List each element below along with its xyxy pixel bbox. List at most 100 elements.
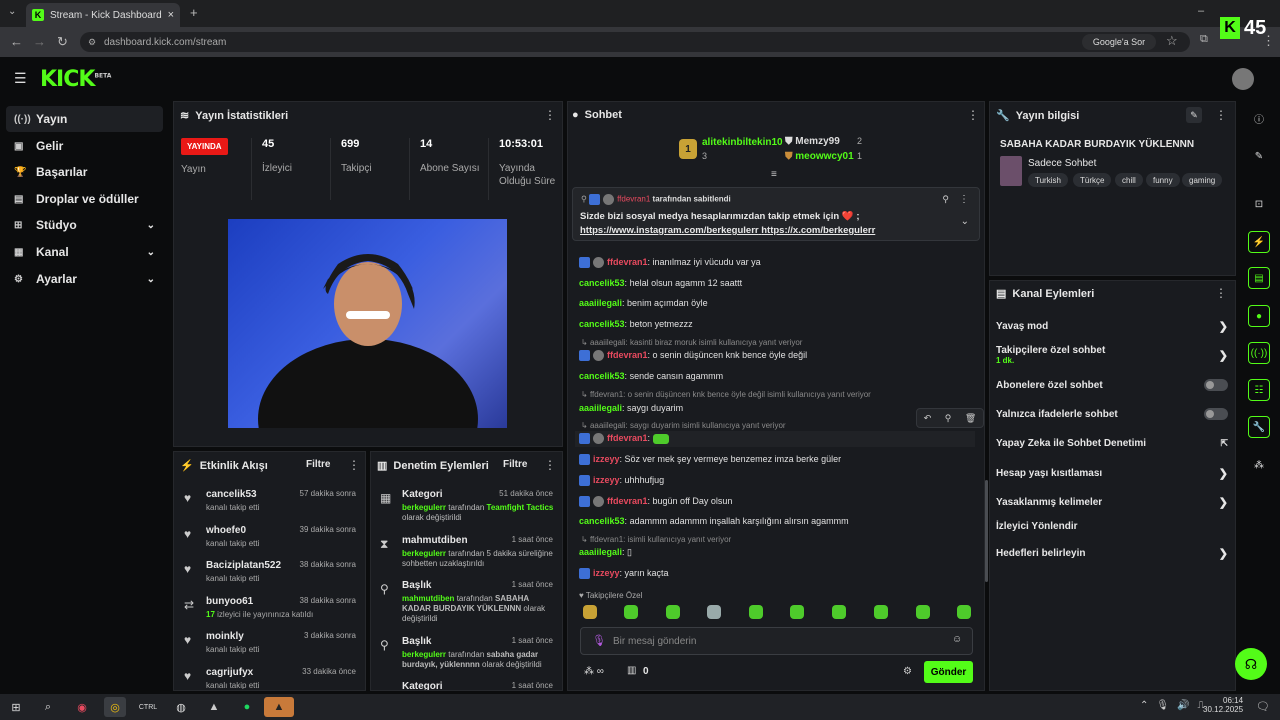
chat-username[interactable]: cancelik53	[579, 319, 625, 329]
moderation-log-icon[interactable]: ▤	[1248, 267, 1270, 289]
emote-icon[interactable]	[916, 605, 930, 619]
action-emotes-only[interactable]: Yalnızca ifadelerle sohbet	[996, 408, 1228, 420]
pinned-menu-icon[interactable]: ⋮	[959, 194, 969, 205]
system-tray[interactable]: ⌃ 🎙 🔊 ⎍	[1140, 700, 1205, 711]
emote-icon[interactable]	[874, 605, 888, 619]
tag-chip[interactable]: gaming	[1182, 173, 1223, 187]
terminal-icon[interactable]: CTRL	[137, 697, 159, 717]
emotes-only-toggle[interactable]	[1204, 408, 1228, 420]
action-slow-mode[interactable]: Yavaş mod ❯	[996, 320, 1228, 333]
emote-icon[interactable]	[790, 605, 804, 619]
category-thumbnail[interactable]	[1000, 156, 1022, 186]
action-banned-words[interactable]: Yasaklanmış kelimeler ❯	[996, 496, 1228, 509]
chat-message[interactable]: cancelik53: helal olsun agamm 12 saattt	[579, 278, 742, 288]
forward-icon[interactable]: →	[33, 34, 46, 49]
chat-message-input[interactable]: Bir mesaj gönderin	[580, 627, 973, 655]
tab-search-icon[interactable]: ⌄	[8, 6, 16, 17]
sidebar-item-gelir[interactable]: ▣ Gelir	[6, 133, 163, 159]
lightning-icon[interactable]: ⚡	[1248, 231, 1270, 253]
emote-icon[interactable]	[707, 605, 721, 619]
channel-actions-menu-icon[interactable]: ⋮	[1215, 286, 1227, 300]
chat-message[interactable]: izzeyy: yarın kaçta	[579, 568, 669, 580]
kick-logo[interactable]: KICKBETA	[40, 67, 111, 92]
activity-item[interactable]: ♥ Baciziplatan522 kanalı takip etti 38 daki…	[180, 560, 360, 594]
sidebar-item-yayin[interactable]: ((·)) Yayın	[6, 106, 163, 132]
chat-message[interactable]: izzeyy: Söz ver mek şey vermeye benzemez…	[579, 454, 841, 466]
taskbar-clock[interactable]: 06:14 30.12.2025	[1203, 696, 1243, 714]
chevron-down-icon[interactable]: ⌄	[961, 216, 969, 227]
app-icon[interactable]: ◍	[170, 697, 192, 717]
wrench-icon[interactable]: 🔧	[1248, 416, 1270, 438]
layout-icon[interactable]: ☷	[1248, 379, 1270, 401]
tab-close-icon[interactable]: ×	[168, 9, 174, 21]
moderation-filter-button[interactable]: Filtre	[503, 459, 527, 470]
action-goals[interactable]: Hedefleri belirleyin ❯	[996, 547, 1228, 560]
chat-username[interactable]: izzeyy	[593, 568, 620, 578]
google-ask-button[interactable]: Google'a Sor	[1082, 34, 1156, 50]
chat-username[interactable]: izzeyy	[593, 454, 620, 464]
hamburger-menu-icon[interactable]: ☰	[14, 70, 27, 87]
windows-start-icon[interactable]: ⊞	[5, 697, 27, 717]
pin-icon[interactable]: ⚲	[945, 413, 952, 424]
tag-chip[interactable]: Türkçe	[1073, 173, 1112, 187]
activity-item[interactable]: ⇄ bunyoo61 17 izleyici ile yayınınıza katı…	[180, 596, 360, 630]
emote-icon[interactable]	[624, 605, 638, 619]
spotify-icon[interactable]: ●	[236, 697, 258, 717]
moderation-menu-icon[interactable]: ⋮	[544, 458, 556, 472]
sidebar-item-basarilar[interactable]: 🏆 Başarılar	[6, 159, 163, 185]
chat-message[interactable]: ffdevran1: o senin düşüncen knk bence öy…	[579, 350, 807, 362]
app-icon[interactable]: ▲	[203, 697, 225, 717]
moderation-item[interactable]: ▦ Kategori berkegulerr tarafından Teamfigh…	[377, 489, 557, 523]
tag-chip[interactable]: funny	[1146, 173, 1180, 187]
chat-settings-gear-icon[interactable]: ⚙	[903, 666, 912, 677]
chat-username[interactable]: aaaiilegali	[579, 403, 622, 413]
chat-username[interactable]: ffdevran1	[607, 496, 648, 506]
moderation-item[interactable]: ⧗ mahmutdiben berkegulerr tarafından 5 dak…	[377, 535, 557, 569]
chat-username[interactable]: ffdevran1	[607, 257, 648, 267]
moderation-item[interactable]: Kategori 1 saat önce	[377, 681, 557, 690]
chat-menu-icon[interactable]: ⋮	[967, 108, 979, 122]
chat-scrollbar[interactable]	[985, 480, 988, 582]
pinned-link-instagram[interactable]: https://www.instagram.com/berkegulerr	[580, 225, 759, 236]
back-icon[interactable]: ←	[10, 34, 23, 49]
infinity-points-icon[interactable]: ⁂ ∞	[584, 666, 604, 677]
activity-menu-icon[interactable]: ⋮	[348, 458, 360, 472]
broadcast-icon[interactable]: ((·))	[1248, 342, 1270, 364]
emote-icon[interactable]	[583, 605, 597, 619]
reload-icon[interactable]: ↻	[57, 34, 68, 50]
activity-item[interactable]: ♥ moinkly kanalı takip etti 3 dakika sonra	[180, 631, 360, 665]
sidebar-item-studyo[interactable]: ⊞ Stüdyo ⌄	[6, 212, 163, 238]
action-host[interactable]: İzleyici Yönlendir	[996, 521, 1228, 532]
edit-pencil-icon[interactable]: ✎	[1186, 107, 1202, 123]
sidebar-item-kanal[interactable]: ▦ Kanal ⌄	[6, 239, 163, 265]
bookmark-star-icon[interactable]: ☆	[1166, 33, 1178, 49]
action-ai-moderation[interactable]: Yapay Zeka ile Sohbet Denetimi ⇱	[996, 438, 1228, 449]
leader-three[interactable]: ⛊ meowwcy01	[785, 151, 854, 162]
chat-message[interactable]: aaaiilegali: saygı duyarim	[579, 403, 683, 413]
moderation-item[interactable]: ⚲ Başlık berkegulerr tarafından sabaha gad…	[377, 636, 557, 670]
app-icon[interactable]: ◉	[71, 697, 93, 717]
emote-icon[interactable]	[749, 605, 763, 619]
new-tab-icon[interactable]: +	[190, 5, 198, 20]
chat-username[interactable]: aaaiilegali	[579, 547, 622, 557]
chat-username[interactable]: aaaiilegali	[579, 298, 622, 308]
notification-icon[interactable]: 🗨	[1256, 700, 1270, 713]
chat-message[interactable]: ffdevran1:	[579, 433, 669, 445]
chat-message[interactable]: izzeyy: uhhhufjug	[579, 475, 664, 487]
screenshot-icon[interactable]: ⊡	[1248, 193, 1270, 215]
site-info-icon[interactable]: ⚙	[88, 37, 96, 48]
moderation-item[interactable]: ⚲ Başlık mahmutdiben tarafından SABAHA KAD…	[377, 580, 557, 624]
activity-item[interactable]: ♥ cancelik53 kanalı takip etti 57 dakika so…	[180, 489, 360, 523]
chat-username[interactable]: izzeyy	[593, 475, 620, 485]
minimize-icon[interactable]: –	[1198, 5, 1204, 17]
url-input[interactable]: dashboard.kick.com/stream	[80, 32, 1190, 52]
activity-filter-button[interactable]: Filtre	[306, 459, 330, 470]
emoji-picker-icon[interactable]: ☺	[952, 634, 962, 645]
chat-message[interactable]: cancelik53: adammm adammm inşallah karşı…	[579, 516, 849, 526]
leader-two[interactable]: ⛊ Memzy99	[785, 136, 840, 147]
emote-icon[interactable]	[957, 605, 971, 619]
collapse-icon[interactable]: ≡	[771, 169, 777, 180]
chat-message[interactable]: cancelik53: beton yetmezzz	[579, 319, 693, 329]
activity-item[interactable]: ♥ whoefe0 kanalı takip etti 39 dakika sonra	[180, 525, 360, 559]
chat-username[interactable]: ffdevran1	[607, 433, 648, 443]
